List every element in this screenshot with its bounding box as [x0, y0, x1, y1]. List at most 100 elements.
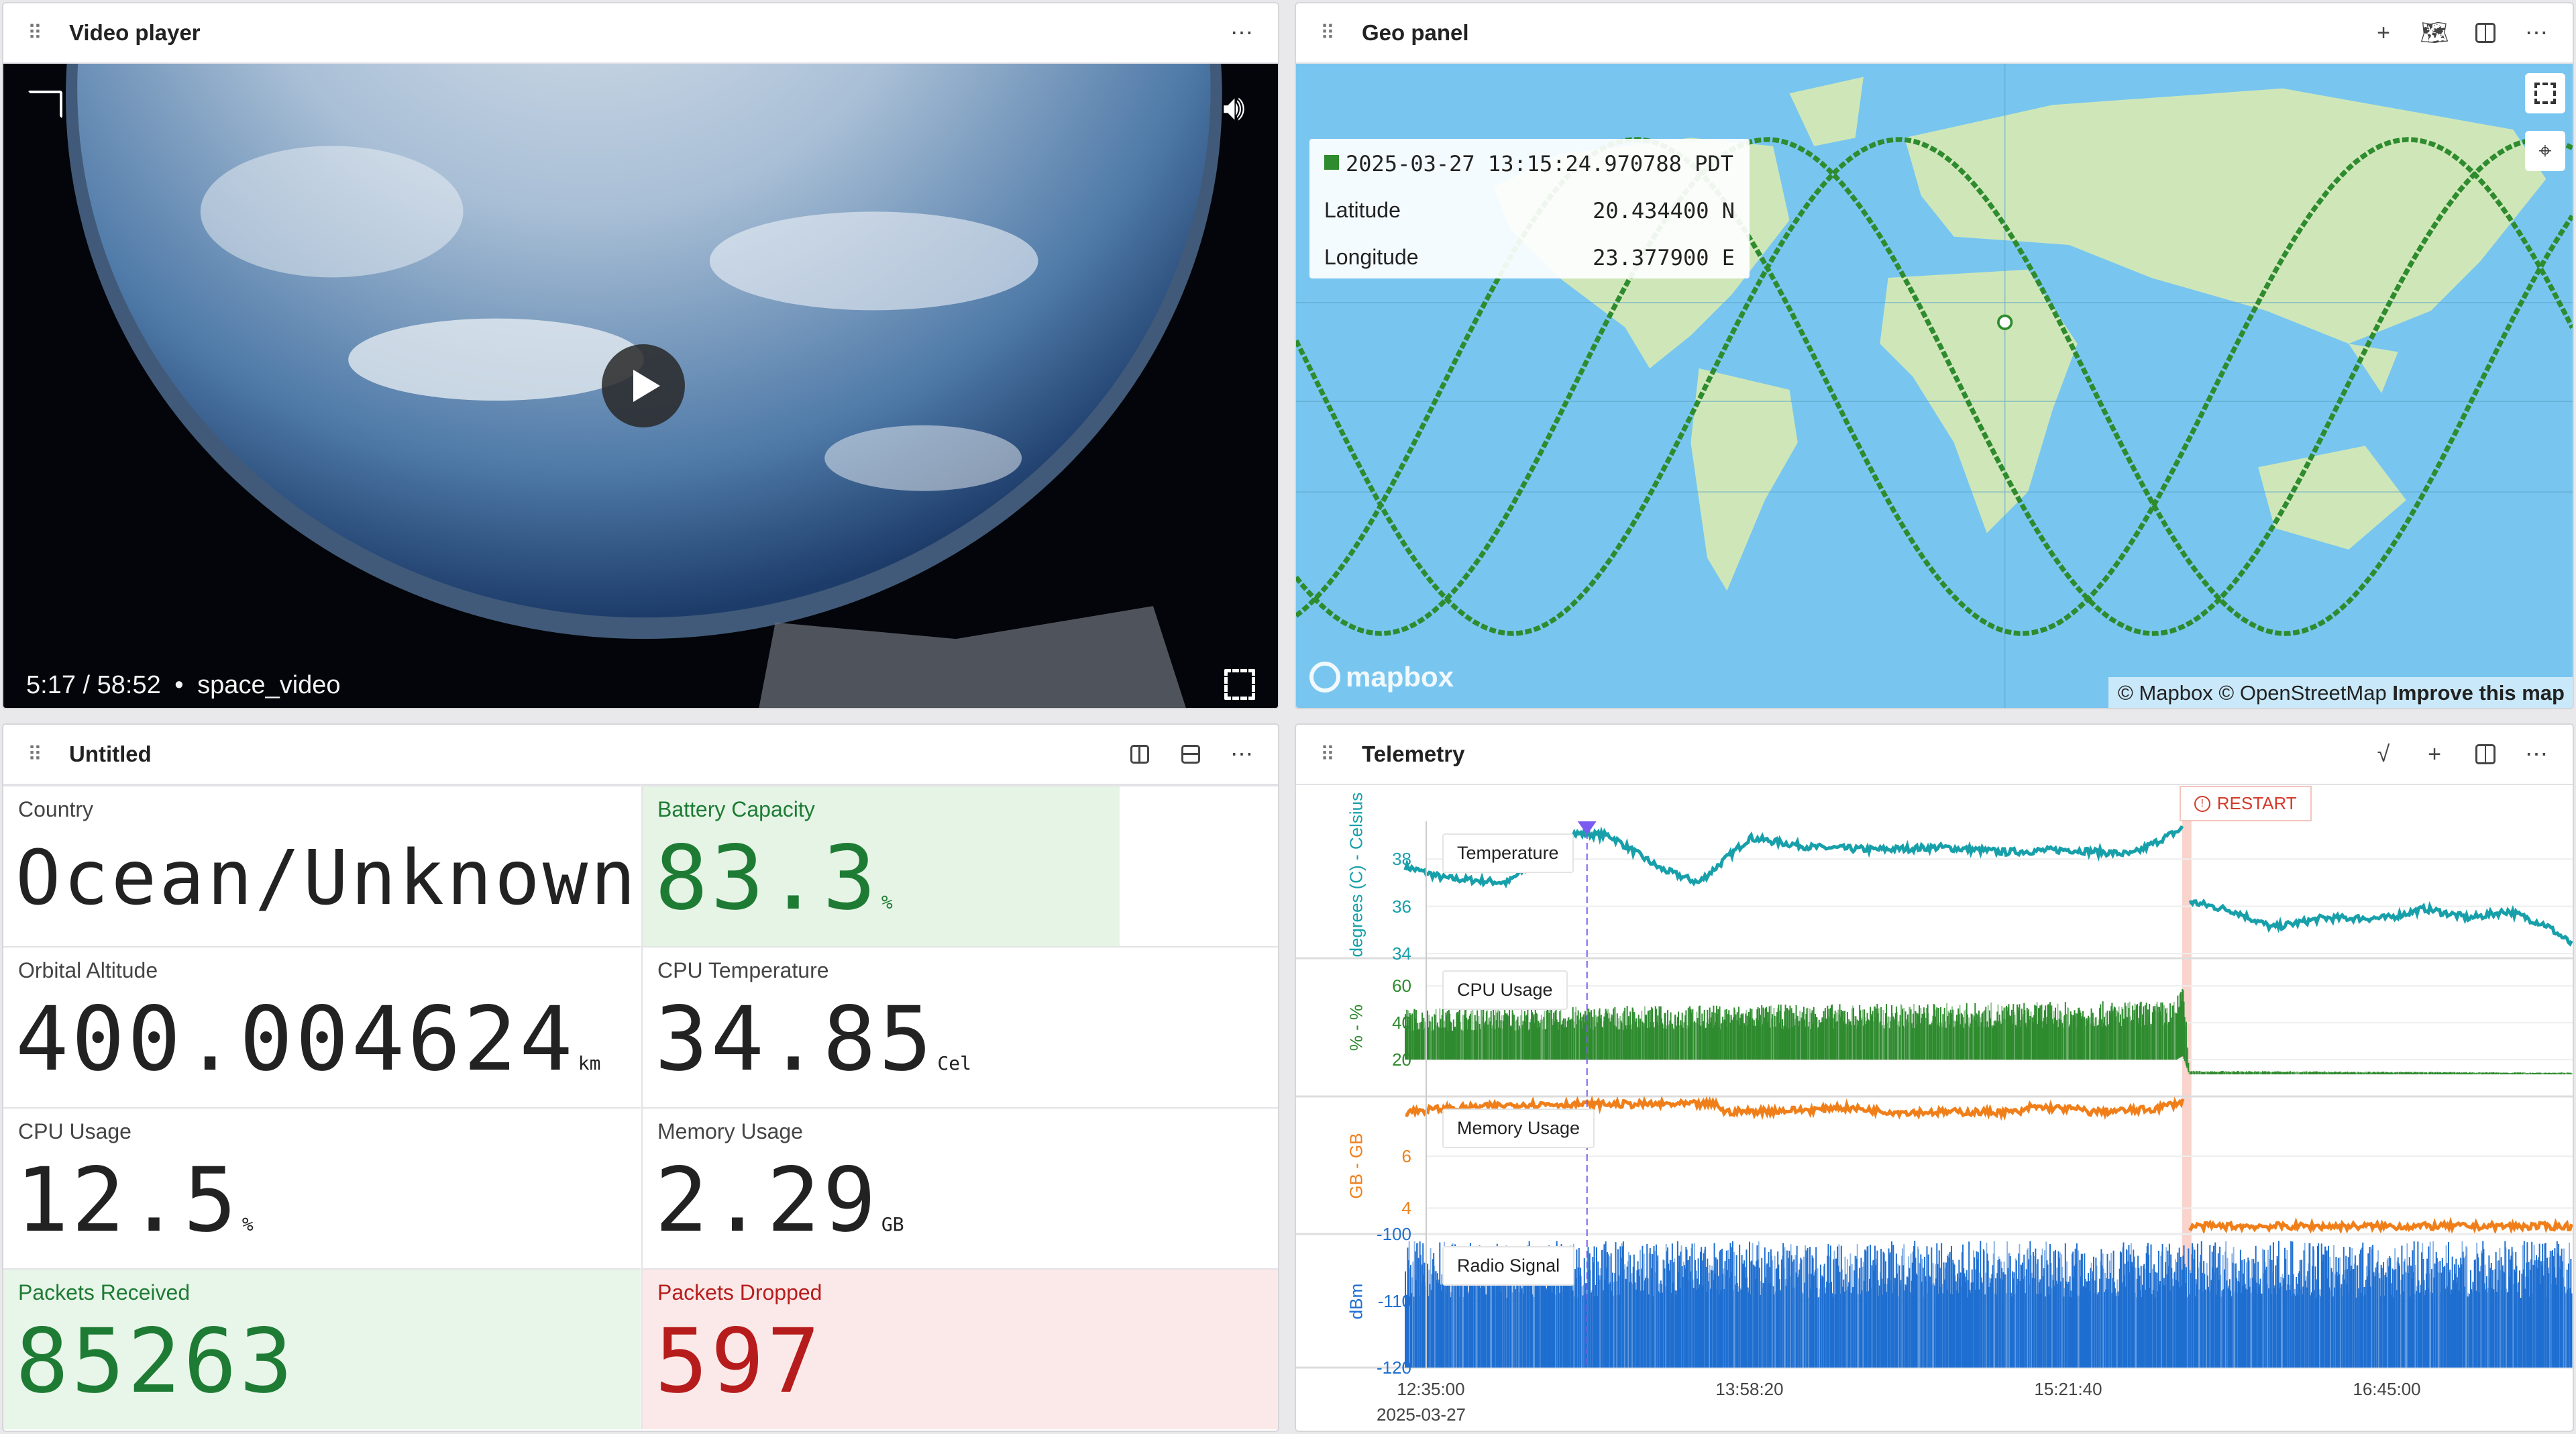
y-tick-label: 60	[1363, 976, 1411, 996]
metric-value: 83.3%	[655, 828, 893, 953]
panel-title: Geo panel	[1362, 20, 1469, 46]
attribution-text[interactable]: © Mapbox © OpenStreetMap	[2118, 681, 2387, 705]
latitude-label: Latitude	[1324, 198, 1401, 223]
metric-value: 85263	[15, 1311, 298, 1432]
series-label[interactable]: Temperature	[1442, 833, 1574, 873]
metric-cell-orbital-altitude: Orbital Altitude 400.004624km	[3, 946, 641, 1107]
mapbox-logo: mapbox	[1309, 661, 1454, 693]
panel-header: ⠿ Geo panel + 🗺︎ ⋯	[1296, 3, 2573, 64]
y-tick-label: -110	[1363, 1291, 1411, 1312]
drag-handle-icon[interactable]: ⠿	[28, 743, 42, 766]
metric-cell-packets-dropped: Packets Dropped 597	[641, 1268, 1279, 1429]
y-tick-label: 36	[1363, 897, 1411, 917]
panel-title: Untitled	[69, 741, 152, 767]
metric-unit: km	[578, 1052, 601, 1074]
separator: •	[174, 671, 183, 699]
more-icon[interactable]: ⋯	[1228, 741, 1255, 768]
x-tick-label: 12:35:00	[1391, 1379, 1471, 1400]
metric-unit: Cel	[937, 1052, 971, 1074]
improve-map-link[interactable]: Improve this map	[2392, 681, 2565, 705]
metric-label: Country	[18, 797, 93, 822]
panel-header: ⠿ Video player ⋯	[3, 3, 1278, 64]
split-vertical-icon[interactable]	[1177, 741, 1204, 768]
x-tick-label: 16:45:00	[2347, 1379, 2427, 1400]
metric-cell-battery-capacity: Battery Capacity 83.3%	[641, 785, 1279, 946]
restart-event-marker[interactable]: ! RESTART	[2180, 786, 2312, 821]
position-timestamp: 2025-03-27 13:15:24.970788 PDT	[1346, 151, 1733, 176]
event-label: RESTART	[2217, 793, 2297, 814]
metric-label: CPU Usage	[18, 1119, 131, 1144]
metric-value: 12.5%	[15, 1150, 254, 1275]
drag-handle-icon[interactable]: ⠿	[28, 21, 42, 45]
more-icon[interactable]: ⋯	[2523, 19, 2550, 46]
latitude-value: 20.434400 N	[1593, 198, 1735, 223]
metric-label: Memory Usage	[657, 1119, 803, 1144]
telemetry-panel: ⠿ Telemetry √ + ⋯ 343638degrees (C) - Ce…	[1295, 723, 2574, 1432]
volume-icon[interactable]: 🔊︎	[1223, 88, 1245, 129]
play-icon	[633, 370, 660, 402]
legend-swatch	[1324, 155, 1339, 170]
metric-cell-packets-received: Packets Received 85263	[3, 1268, 641, 1429]
metric-cell-country: Country Ocean/Unknown	[3, 785, 641, 946]
mapbox-logo-text: mapbox	[1346, 661, 1454, 693]
metric-label: Battery Capacity	[657, 797, 815, 822]
metric-value: 2.29GB	[655, 1150, 904, 1275]
drag-handle-icon[interactable]: ⠿	[1320, 21, 1335, 45]
metric-label: Packets Dropped	[657, 1280, 822, 1305]
locate-button[interactable]: ⌖	[2525, 131, 2565, 171]
metric-number: 12.5	[15, 1149, 239, 1252]
metric-unit: %	[881, 891, 893, 913]
metric-number: 34.85	[655, 988, 934, 1091]
video-time-info: 5:17 / 58:52 • space_video	[26, 671, 341, 700]
split-panel-icon[interactable]	[2472, 19, 2499, 46]
metric-unit: %	[242, 1213, 254, 1235]
map[interactable]: 2025-03-27 13:15:24.970788 PDT Latitude 2…	[1296, 64, 2574, 709]
play-button[interactable]	[602, 344, 685, 427]
y-tick-label: 4	[1363, 1198, 1411, 1219]
y-axis-label: degrees (C) - Celsius	[1346, 823, 1367, 958]
series-label[interactable]: Memory Usage	[1442, 1109, 1595, 1148]
metric-value: 597	[655, 1311, 825, 1432]
metric-number: 400.004624	[15, 988, 576, 1091]
video-area[interactable]: 🔊︎ 5:17 / 58:52 • space_video	[3, 64, 1278, 708]
metric-value: 400.004624km	[15, 989, 600, 1114]
metric-number: 85263	[15, 1310, 295, 1413]
panel-title: Video player	[69, 20, 201, 46]
longitude-label: Longitude	[1324, 245, 1419, 270]
y-tick-label: 40	[1363, 1013, 1411, 1033]
x-axis-date: 2025-03-27	[1377, 1404, 1466, 1425]
geo-panel: ⠿ Geo panel + 🗺︎ ⋯	[1295, 2, 2574, 709]
metric-number: 597	[655, 1310, 822, 1413]
mapbox-logo-icon	[1309, 662, 1340, 693]
y-axis-label: % - %	[1346, 961, 1367, 1095]
longitude-value: 23.377900 E	[1593, 245, 1735, 270]
event-row	[1426, 786, 2573, 821]
series-label[interactable]: CPU Usage	[1442, 970, 1568, 1010]
alert-icon: !	[2194, 796, 2210, 812]
metric-cell-cpu-usage: CPU Usage 12.5%	[3, 1107, 641, 1268]
map-fullscreen-button[interactable]	[2525, 73, 2565, 113]
map-settings-icon[interactable]: 🗺︎	[2421, 19, 2448, 46]
y-tick-label: 34	[1363, 943, 1411, 964]
y-tick-label: 6	[1363, 1146, 1411, 1167]
current-position-marker[interactable]	[1998, 315, 2012, 329]
series-label[interactable]: Radio Signal	[1442, 1246, 1574, 1286]
metrics-panel: ⠿ Untitled ⋯ Country Ocean/UnknownBatter…	[2, 723, 1279, 1432]
add-icon[interactable]: +	[2370, 19, 2397, 46]
fullscreen-icon[interactable]	[1224, 669, 1255, 700]
video-player-panel: ⠿ Video player ⋯ 🔊︎ 5:17 / 58:52	[2, 2, 1279, 709]
telemetry-chart[interactable]	[1296, 725, 2574, 1432]
metric-number: 2.29	[655, 1149, 879, 1252]
series-line-temperature	[1405, 827, 2572, 943]
metric-value: 34.85Cel	[655, 989, 971, 1114]
metric-number: 83.3	[655, 827, 879, 930]
cast-icon[interactable]	[28, 91, 62, 119]
x-tick-label: 15:21:40	[2028, 1379, 2108, 1400]
more-icon[interactable]: ⋯	[1228, 19, 1255, 46]
metric-label: CPU Temperature	[657, 958, 829, 983]
split-horizontal-icon[interactable]	[1126, 741, 1153, 768]
metric-value: Ocean/Unknown	[15, 828, 641, 948]
x-tick-label: 13:58:20	[1709, 1379, 1790, 1400]
position-tooltip: 2025-03-27 13:15:24.970788 PDT Latitude 2…	[1309, 139, 1750, 278]
y-tick-label: -100	[1363, 1224, 1411, 1245]
